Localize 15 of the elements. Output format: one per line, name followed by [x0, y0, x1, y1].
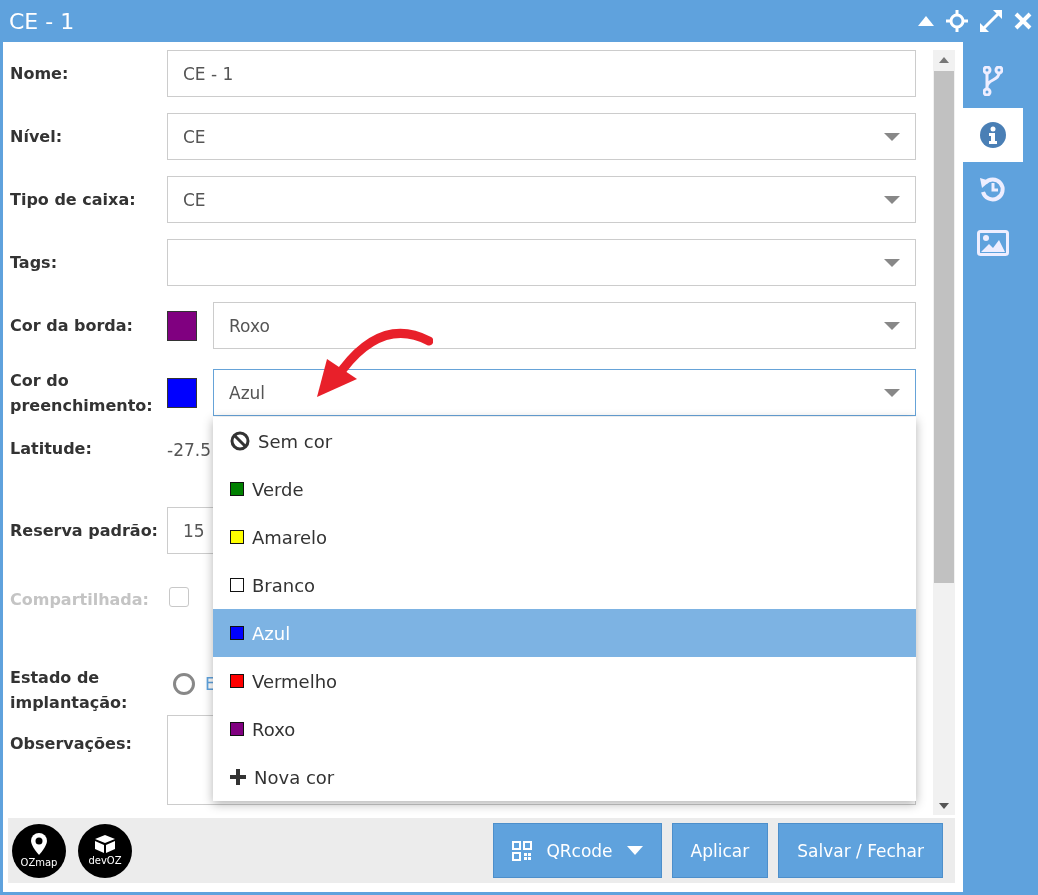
- field-label: Nome:: [10, 63, 70, 85]
- logo-text: devOZ: [88, 855, 122, 866]
- field-label: Estado de implantação:: [10, 667, 129, 714]
- field-label: Nível:: [10, 126, 64, 148]
- window-title: CE - 1: [9, 8, 75, 34]
- field-label: Reserva padrão:: [10, 520, 159, 542]
- field-label: Observações:: [10, 733, 133, 755]
- field-label: Compartilhada:: [10, 589, 150, 611]
- field-label: Latitude:: [10, 438, 93, 460]
- field-label: Cor do preenchimento:: [10, 369, 154, 417]
- field-value: -27.5: [167, 439, 211, 462]
- field-label: Cor da borda:: [10, 315, 134, 337]
- field-label: Tipo de caixa:: [10, 189, 137, 211]
- field-label: Tags:: [10, 252, 59, 274]
- logo-text: OZmap: [20, 857, 58, 868]
